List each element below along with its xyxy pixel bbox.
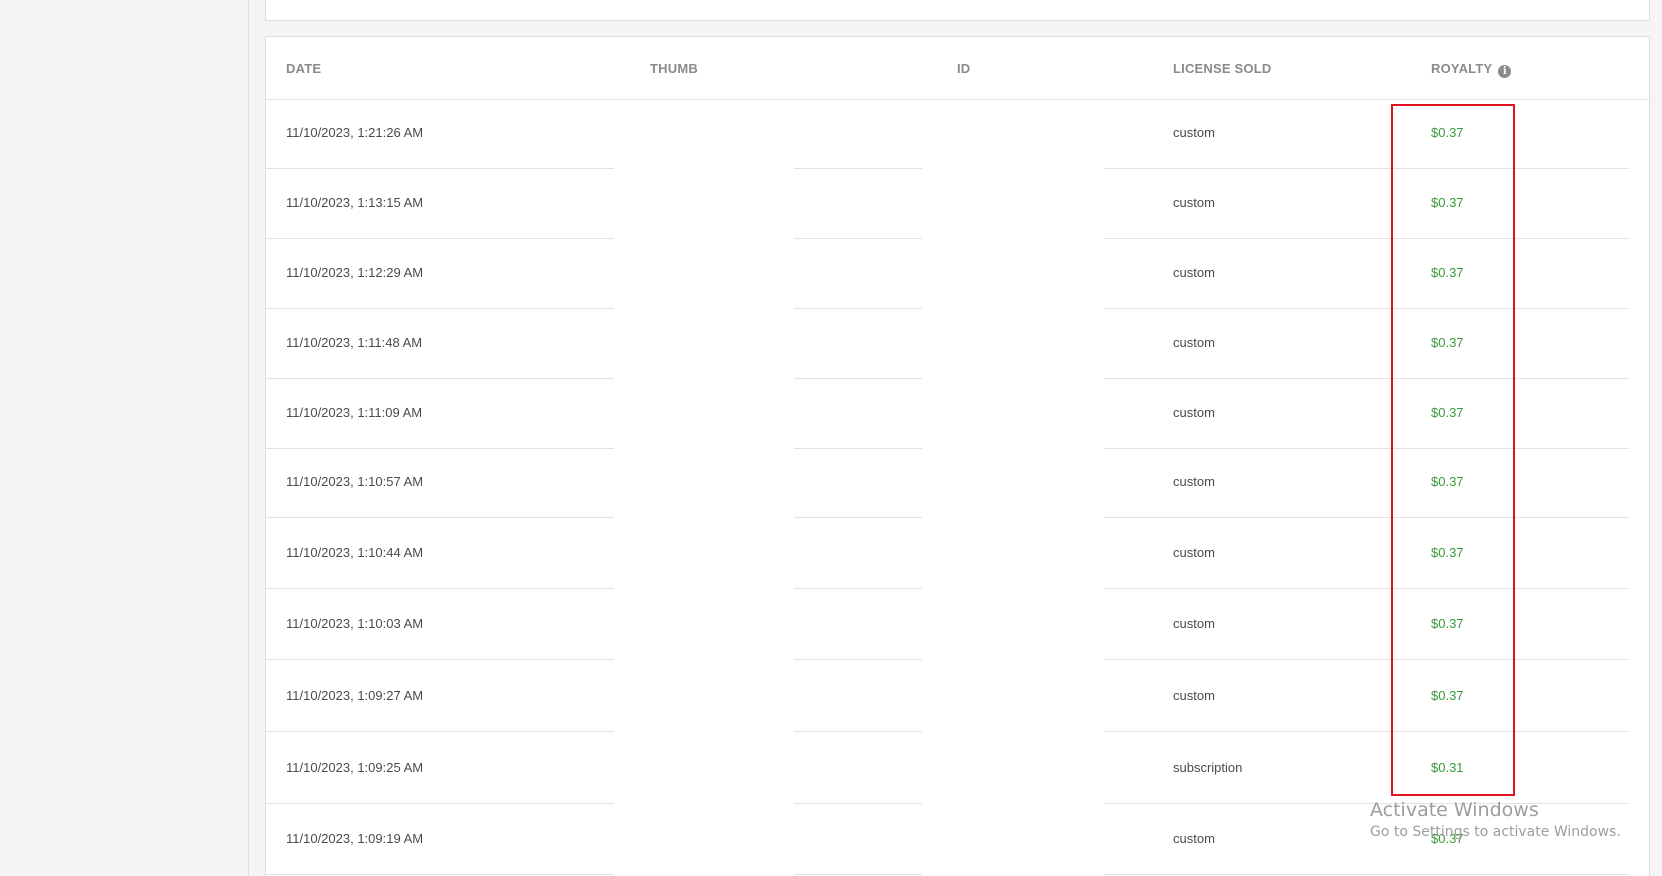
row-divider	[1104, 731, 1629, 732]
date-cell: 11/10/2023, 1:11:48 AM	[286, 335, 423, 350]
date-cell: 11/10/2023, 1:09:25 AM	[286, 760, 424, 775]
watermark-subtitle: Go to Settings to activate Windows.	[1370, 824, 1621, 840]
license-cell: custom	[1173, 474, 1215, 489]
date-cell: 11/10/2023, 1:10:03 AM	[286, 616, 424, 631]
row-divider	[794, 517, 922, 518]
license-cell: custom	[1173, 335, 1215, 350]
row-divider	[266, 731, 614, 732]
license-cell: subscription	[1173, 760, 1243, 775]
column-header-royalty-label: ROYALTY	[1431, 61, 1493, 76]
row-divider	[266, 659, 614, 660]
date-cell: 11/10/2023, 1:10:57 AM	[286, 474, 424, 489]
row-divider	[794, 874, 922, 875]
date-cell: 11/10/2023, 1:11:09 AM	[286, 405, 423, 420]
top-panel	[265, 0, 1650, 21]
date-cell: 11/10/2023, 1:09:27 AM	[286, 688, 424, 703]
row-divider	[794, 803, 922, 804]
license-cell: custom	[1173, 616, 1215, 631]
column-header-id: ID	[957, 61, 971, 76]
license-cell: custom	[1173, 545, 1215, 560]
license-cell: custom	[1173, 125, 1215, 140]
page: DATE THUMB ID LICENSE SOLD ROYALTY i 11/1…	[0, 0, 1662, 876]
row-divider	[794, 659, 922, 660]
royalty-highlight-box	[1391, 104, 1515, 796]
date-cell: 11/10/2023, 1:21:26 AM	[286, 125, 424, 140]
column-header-thumb: THUMB	[650, 61, 698, 76]
date-cell: 11/10/2023, 1:12:29 AM	[286, 265, 424, 280]
watermark-title: Activate Windows	[1370, 799, 1539, 821]
date-cell: 11/10/2023, 1:09:19 AM	[286, 831, 424, 846]
column-header-license: LICENSE SOLD	[1173, 61, 1272, 76]
license-cell: custom	[1173, 405, 1215, 420]
table-header: DATE THUMB ID LICENSE SOLD ROYALTY i	[266, 37, 1649, 100]
column-header-date[interactable]: DATE	[286, 61, 321, 76]
windows-activation-watermark: Activate Windows Go to Settings to activ…	[1370, 798, 1621, 842]
row-divider	[1104, 659, 1629, 660]
license-cell: custom	[1173, 265, 1215, 280]
license-cell: custom	[1173, 688, 1215, 703]
row-divider	[794, 731, 922, 732]
column-header-royalty: ROYALTY i	[1431, 61, 1512, 78]
row-divider	[1104, 517, 1629, 518]
date-cell: 11/10/2023, 1:10:44 AM	[286, 545, 424, 560]
date-cell: 11/10/2023, 1:13:15 AM	[286, 195, 424, 210]
row-divider	[1104, 874, 1629, 875]
row-divider	[794, 588, 922, 589]
row-divider	[1104, 588, 1629, 589]
row-divider	[266, 803, 614, 804]
info-icon[interactable]: i	[1498, 65, 1512, 78]
left-sidebar	[0, 0, 249, 876]
row-divider	[266, 874, 614, 875]
license-cell: custom	[1173, 831, 1215, 846]
license-cell: custom	[1173, 195, 1215, 210]
row-divider	[266, 517, 614, 518]
row-divider	[266, 588, 614, 589]
